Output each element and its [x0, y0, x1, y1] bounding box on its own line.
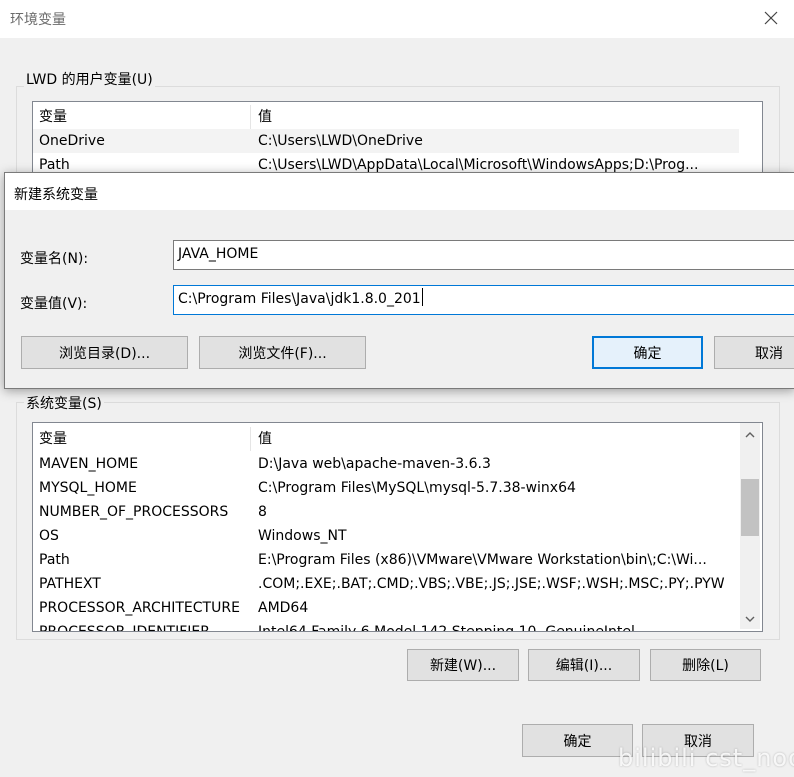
var-value: C:\Users\LWD\OneDrive: [258, 133, 423, 149]
table-row[interactable]: OneDrive C:\Users\LWD\OneDrive: [33, 129, 739, 153]
table-row[interactable]: MAVEN_HOME D:\Java web\apache-maven-3.6.…: [33, 452, 739, 476]
var-name: Path: [39, 552, 70, 568]
scroll-up-button[interactable]: [741, 426, 758, 443]
table-row[interactable]: MYSQL_HOME C:\Program Files\MySQL\mysql-…: [33, 476, 739, 500]
var-name: PROCESSOR_ARCHITECTURE: [39, 600, 240, 616]
var-value: 8: [258, 504, 267, 520]
dialog-ok-button[interactable]: 确定: [592, 336, 703, 369]
ok-button[interactable]: 确定: [522, 724, 633, 757]
variable-value-label: 变量值(V):: [20, 296, 88, 312]
chevron-up-icon: [745, 431, 754, 437]
column-separator[interactable]: [250, 427, 251, 451]
text-caret: [421, 288, 423, 306]
table-row[interactable]: PROCESSOR_ARCHITECTURE AMD64: [33, 596, 739, 620]
var-value: Intel64 Family 6 Model 142 Stepping 10, …: [258, 624, 635, 632]
user-vars-group-label: LWD 的用户变量(U): [24, 69, 155, 89]
column-header-value[interactable]: 值: [258, 427, 272, 451]
system-vars-list[interactable]: 变量 值 MAVEN_HOME D:\Java web\apache-maven…: [32, 422, 763, 632]
watermark: bilibili cst_noob: [618, 744, 794, 772]
variable-name-value: JAVA_HOME: [178, 246, 259, 262]
edit-variable-button[interactable]: 编辑(I)...: [528, 649, 640, 681]
system-vars-header: 变量 值: [33, 427, 739, 451]
var-value: AMD64: [258, 600, 309, 616]
column-header-name[interactable]: 变量: [39, 427, 67, 451]
browse-directory-button[interactable]: 浏览目录(D)...: [21, 336, 188, 369]
table-row[interactable]: OS Windows_NT: [33, 524, 739, 548]
column-header-name[interactable]: 变量: [39, 105, 67, 129]
variable-value-text: C:\Program Files\Java\jdk1.8.0_201: [178, 291, 421, 307]
table-row[interactable]: NUMBER_OF_PROCESSORS 8: [33, 500, 739, 524]
variable-name-label: 变量名(N):: [20, 251, 89, 267]
column-header-value[interactable]: 值: [258, 105, 272, 129]
delete-variable-button[interactable]: 删除(L): [650, 649, 761, 681]
var-name: MYSQL_HOME: [39, 480, 137, 496]
var-value: D:\Java web\apache-maven-3.6.3: [258, 456, 491, 472]
var-value: E:\Program Files (x86)\VMware\VMware Wor…: [258, 552, 707, 568]
scroll-down-button[interactable]: [741, 610, 758, 627]
table-row[interactable]: Path E:\Program Files (x86)\VMware\VMwar…: [33, 548, 739, 572]
new-system-variable-dialog: 新建系统变量 变量名(N): JAVA_HOME 变量值(V): C:\Prog…: [4, 172, 794, 389]
var-value: Windows_NT: [258, 528, 347, 544]
table-row[interactable]: PROCESSOR_IDENTIFIER Intel64 Family 6 Mo…: [33, 620, 739, 632]
close-icon[interactable]: [763, 10, 779, 26]
var-name: NUMBER_OF_PROCESSORS: [39, 504, 229, 520]
dialog-title-bar[interactable]: 新建系统变量: [5, 173, 794, 210]
var-value: C:\Program Files\MySQL\mysql-5.7.38-winx…: [258, 480, 576, 496]
dialog-cancel-button[interactable]: 取消: [714, 336, 794, 369]
title-bar[interactable]: 环境变量: [0, 0, 794, 38]
chevron-down-icon: [745, 616, 754, 622]
dialog-title: 新建系统变量: [14, 187, 98, 203]
system-vars-scrollbar[interactable]: [740, 423, 760, 629]
browse-file-button[interactable]: 浏览文件(F)...: [199, 336, 366, 369]
table-row[interactable]: PATHEXT .COM;.EXE;.BAT;.CMD;.VBS;.VBE;.J…: [33, 572, 739, 596]
var-name: OS: [39, 528, 59, 544]
variable-value-input[interactable]: C:\Program Files\Java\jdk1.8.0_201: [173, 285, 794, 315]
var-name: PATHEXT: [39, 576, 101, 592]
var-value: .COM;.EXE;.BAT;.CMD;.VBS;.VBE;.JS;.JSE;.…: [258, 576, 725, 592]
var-name: PROCESSOR_IDENTIFIER: [39, 624, 210, 632]
user-vars-header: 变量 值: [33, 105, 762, 129]
system-vars-group-label: 系统变量(S): [24, 393, 104, 413]
window-title: 环境变量: [10, 12, 66, 28]
column-separator[interactable]: [250, 105, 251, 129]
variable-name-input[interactable]: JAVA_HOME: [173, 240, 794, 270]
var-name: OneDrive: [39, 133, 105, 149]
scroll-thumb[interactable]: [741, 479, 759, 536]
var-name: MAVEN_HOME: [39, 456, 139, 472]
new-variable-button[interactable]: 新建(W)...: [407, 649, 519, 681]
env-variables-window: 环境变量 LWD 的用户变量(U) 变量 值 OneDrive C:\Users…: [0, 0, 794, 777]
